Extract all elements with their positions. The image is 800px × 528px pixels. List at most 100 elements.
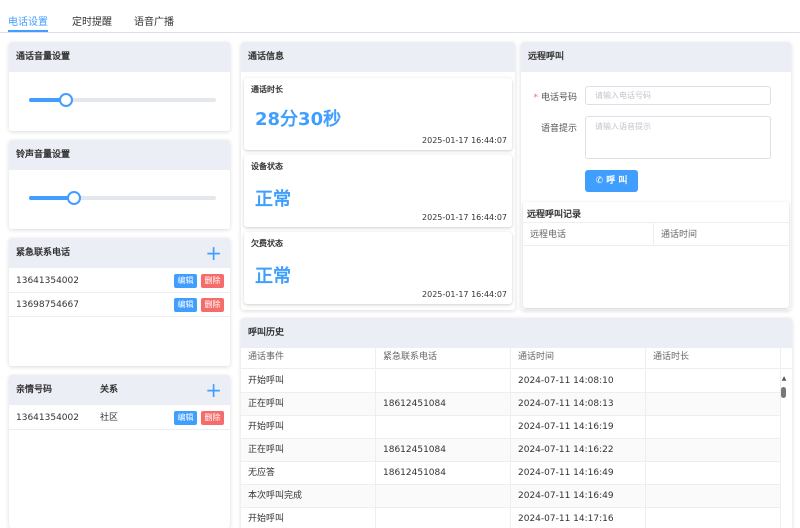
history-time: 2024-07-11 14:17:16 bbox=[511, 508, 646, 528]
phone-number-label: * 电话号码 bbox=[521, 90, 577, 103]
history-time: 2024-07-11 14:08:13 bbox=[511, 393, 646, 415]
emergency-contact-row: 13641354002 编辑 删除 bbox=[9, 269, 230, 293]
history-duration bbox=[646, 462, 781, 484]
emergency-contact-row: 13698754667 编辑 删除 bbox=[9, 293, 230, 317]
family-number-row: 13641354002 社区 编辑 删除 bbox=[9, 406, 230, 430]
edit-button[interactable]: 编辑 bbox=[174, 411, 197, 425]
phone-number-input[interactable]: 请输入电话号码 bbox=[585, 86, 771, 105]
device-status-time: 2025-01-17 16:44:07 bbox=[422, 213, 507, 222]
history-duration bbox=[646, 393, 781, 415]
history-phone bbox=[376, 416, 511, 438]
history-row: 开始呼叫 2024-07-11 14:08:10 bbox=[241, 370, 781, 393]
history-event: 开始呼叫 bbox=[241, 416, 376, 438]
history-event: 开始呼叫 bbox=[241, 370, 376, 392]
remote-phone-col: 远程电话 bbox=[523, 223, 654, 245]
call-button[interactable]: ✆ 呼 叫 bbox=[585, 170, 638, 192]
relation-col: 关系 bbox=[100, 385, 119, 395]
family-numbers-card: 亲情号码 关系 + 13641354002 社区 编辑 删除 bbox=[9, 375, 230, 528]
arrears-status-time: 2025-01-17 16:44:07 bbox=[422, 290, 507, 299]
records-title: 远程呼叫记录 bbox=[527, 210, 582, 220]
add-emergency-contact-icon[interactable]: + bbox=[205, 243, 222, 263]
phone-number-label-text: 电话号码 bbox=[540, 93, 577, 103]
voice-prompt-textarea[interactable]: 请输入语音提示 bbox=[585, 116, 771, 159]
edit-button[interactable]: 编辑 bbox=[174, 298, 197, 312]
history-event: 正在呼叫 bbox=[241, 439, 376, 461]
history-col-event: 通话事件 bbox=[241, 345, 376, 368]
call-volume-card: 通话音量设置 bbox=[9, 42, 230, 131]
scroll-thumb[interactable] bbox=[781, 387, 786, 398]
delete-button[interactable]: 删除 bbox=[201, 411, 224, 425]
call-volume-slider[interactable] bbox=[29, 93, 216, 107]
edit-button[interactable]: 编辑 bbox=[174, 274, 197, 288]
family-numbers-header: 亲情号码 关系 + bbox=[9, 375, 230, 405]
history-col-time: 通话时间 bbox=[511, 345, 646, 368]
family-relation: 社区 bbox=[100, 413, 119, 423]
add-family-number-icon[interactable]: + bbox=[205, 380, 222, 400]
history-phone: 18612451084 bbox=[376, 439, 511, 461]
emergency-contact-number: 13698754667 bbox=[16, 300, 79, 310]
history-table-header: 通话事件 紧急联系电话 通话时间 通话时长 bbox=[241, 345, 792, 369]
emergency-contacts-label: 紧急联系电话 bbox=[16, 248, 71, 258]
history-duration bbox=[646, 508, 781, 528]
emergency-contact-number: 13641354002 bbox=[16, 276, 79, 286]
history-event: 正在呼叫 bbox=[241, 393, 376, 415]
history-row: 正在呼叫 18612451084 2024-07-11 14:16:22 bbox=[241, 439, 781, 462]
arrears-status-value: 正常 bbox=[255, 266, 291, 287]
call-duration-title: 通话时长 bbox=[251, 85, 283, 94]
history-event: 开始呼叫 bbox=[241, 508, 376, 528]
device-status-card: 设备状态 正常 2025-01-17 16:44:07 bbox=[244, 155, 512, 227]
tab-scheduled-reminder[interactable]: 定时提醒 bbox=[72, 13, 112, 28]
records-header: 远程电话 通话时间 bbox=[523, 222, 789, 246]
tab-voice-broadcast[interactable]: 语音广播 bbox=[134, 13, 174, 28]
delete-button[interactable]: 删除 bbox=[201, 274, 224, 288]
call-history-card: 呼叫历史 通话事件 紧急联系电话 通话时间 通话时长 开始呼叫 2024-07-1… bbox=[241, 318, 792, 528]
call-button-label: 呼 叫 bbox=[606, 176, 628, 186]
call-time-col: 通话时间 bbox=[661, 230, 698, 240]
remote-call-card: 远程呼叫 * 电话号码 请输入电话号码 语音提示 请输入语音提示 ✆ 呼 叫 远程… bbox=[521, 42, 791, 310]
tab-bar: 电话设置 定时提醒 语音广播 bbox=[0, 0, 800, 33]
voice-prompt-label: 语音提示 bbox=[540, 124, 577, 134]
arrears-status-card: 欠费状态 正常 2025-01-17 16:44:07 bbox=[244, 232, 512, 304]
device-status-value: 正常 bbox=[255, 189, 291, 210]
history-row: 本次呼叫完成 2024-07-11 14:16:49 bbox=[241, 485, 781, 508]
call-volume-knob[interactable] bbox=[59, 93, 74, 107]
call-duration-card: 通话时长 28分30秒 2025-01-17 16:44:07 bbox=[244, 78, 512, 150]
phone-icon: ✆ bbox=[595, 176, 607, 186]
tab-phone-settings[interactable]: 电话设置 bbox=[8, 13, 48, 28]
history-scrollbar[interactable]: ▲ bbox=[780, 375, 788, 528]
history-time: 2024-07-11 14:16:49 bbox=[511, 462, 646, 484]
family-number-col: 亲情号码 bbox=[16, 385, 53, 395]
history-time: 2024-07-11 14:08:10 bbox=[511, 370, 646, 392]
call-history-title: 呼叫历史 bbox=[241, 318, 792, 348]
history-duration bbox=[646, 370, 781, 392]
history-row: 正在呼叫 18612451084 2024-07-11 14:08:13 bbox=[241, 393, 781, 416]
call-duration-time: 2025-01-17 16:44:07 bbox=[422, 136, 507, 145]
history-duration bbox=[646, 416, 781, 438]
history-phone bbox=[376, 508, 511, 528]
required-marker: * bbox=[533, 93, 538, 103]
delete-button[interactable]: 删除 bbox=[201, 298, 224, 312]
history-phone bbox=[376, 485, 511, 507]
remote-call-records: 远程呼叫记录 远程电话 通话时间 bbox=[523, 202, 789, 308]
history-time: 2024-07-11 14:16:19 bbox=[511, 416, 646, 438]
call-info-title: 通话信息 bbox=[241, 42, 515, 72]
history-time: 2024-07-11 14:16:49 bbox=[511, 485, 646, 507]
history-phone: 18612451084 bbox=[376, 462, 511, 484]
device-status-title: 设备状态 bbox=[251, 162, 283, 171]
emergency-contacts-title: 紧急联系电话 + bbox=[9, 238, 230, 268]
call-info-card: 通话信息 通话时长 28分30秒 2025-01-17 16:44:07 设备状… bbox=[241, 42, 515, 310]
history-time: 2024-07-11 14:16:22 bbox=[511, 439, 646, 461]
history-row: 无应答 18612451084 2024-07-11 14:16:49 bbox=[241, 462, 781, 485]
arrears-status-title: 欠费状态 bbox=[251, 239, 283, 248]
history-col-phone: 紧急联系电话 bbox=[376, 345, 511, 368]
remote-call-title: 远程呼叫 bbox=[521, 42, 791, 72]
history-phone: 18612451084 bbox=[376, 393, 511, 415]
active-tab-indicator bbox=[8, 30, 48, 32]
ringtone-volume-slider[interactable] bbox=[29, 191, 216, 205]
history-phone bbox=[376, 370, 511, 392]
history-event: 本次呼叫完成 bbox=[241, 485, 376, 507]
ringtone-volume-knob[interactable] bbox=[66, 191, 81, 205]
ringtone-volume-card: 铃声音量设置 bbox=[9, 140, 230, 229]
family-number: 13641354002 bbox=[16, 413, 79, 423]
scroll-up-icon[interactable]: ▲ bbox=[780, 375, 788, 382]
